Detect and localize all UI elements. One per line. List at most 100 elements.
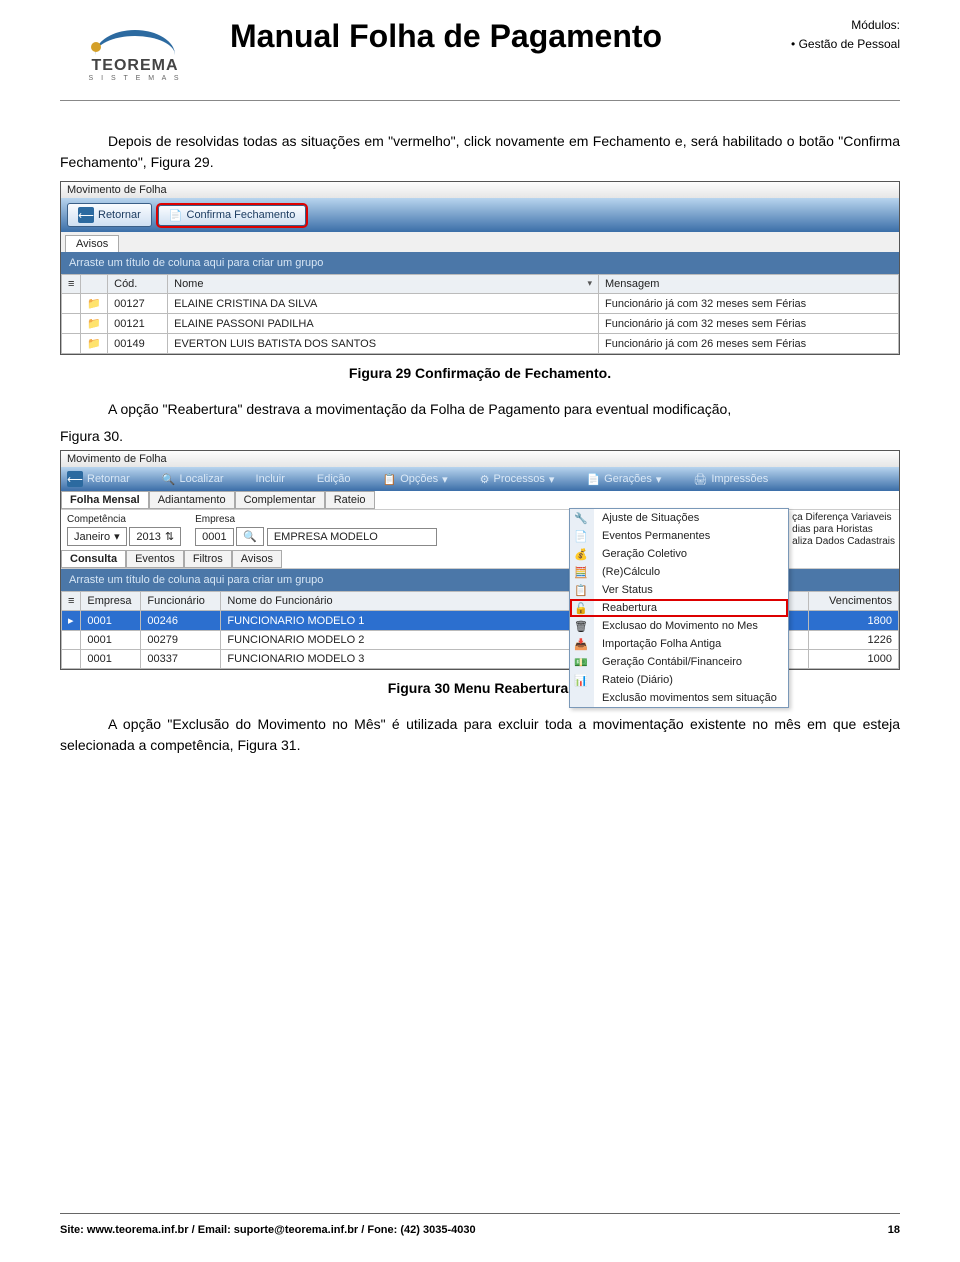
table-row[interactable]: 📁 00149 EVERTON LUIS BATISTA DOS SANTOS …: [62, 334, 899, 354]
empresa-search-icon[interactable]: 🔍: [236, 527, 264, 546]
split-icon: 📊: [574, 674, 588, 687]
tab-adiantamento[interactable]: Adiantamento: [149, 491, 235, 509]
col-nome-label: Nome: [174, 278, 203, 290]
menu-geracao-contabil[interactable]: 💵Geração Contábil/Financeiro: [570, 653, 788, 671]
wrench-icon: 🔧: [574, 512, 588, 525]
module-item: • Gestão de Pessoal: [791, 35, 900, 54]
cell-msg: Funcionário já com 32 meses sem Férias: [599, 314, 899, 334]
tab-avisos[interactable]: Avisos: [232, 550, 282, 568]
mi-label: Reabertura: [602, 602, 657, 614]
menu-eventos-permanentes[interactable]: 📄 Eventos Permanentes: [570, 527, 788, 545]
edicao-button[interactable]: Edição: [317, 473, 351, 485]
tab-folha-mensal[interactable]: Folha Mensal: [61, 491, 149, 509]
tab-filtros[interactable]: Filtros: [184, 550, 232, 568]
cell-msg: Funcionário já com 26 meses sem Férias: [599, 334, 899, 354]
menu-exclusao-movimento-mes[interactable]: 🗑Exclusao do Movimento no Mes: [570, 617, 788, 635]
menu-importacao-folha-antiga[interactable]: 📥Importação Folha Antiga: [570, 635, 788, 653]
table-row[interactable]: 📁 00127 ELAINE CRISTINA DA SILVA Funcion…: [62, 294, 899, 314]
modules-label: Módulos:: [791, 16, 900, 35]
processos-button[interactable]: ⚙ Processos ▾: [480, 473, 555, 486]
cell-nome: EVERTON LUIS BATISTA DOS SANTOS: [168, 334, 599, 354]
col-cod[interactable]: Cód.: [108, 275, 168, 294]
col-funcionario[interactable]: Funcionário: [141, 592, 221, 611]
col-empresa[interactable]: Empresa: [81, 592, 141, 611]
unlock-icon: 🔓: [574, 602, 588, 615]
cutoff-line: ça Diferença Variaveis: [792, 512, 895, 523]
folder-icon: 📁: [81, 314, 108, 334]
incluir-button[interactable]: Incluir: [256, 473, 285, 485]
tb-label: Localizar: [180, 473, 224, 485]
competencia-label: Competência: [67, 514, 181, 525]
logo: TEOREMA S I S T E M A S: [60, 10, 210, 82]
tb-label: Processos: [494, 473, 545, 485]
doc-icon: 📄: [574, 530, 588, 543]
tab-avisos[interactable]: Avisos: [65, 235, 119, 252]
paragraph-2: A opção "Reabertura" destrava a moviment…: [60, 399, 900, 420]
menu-rateio-diario[interactable]: 📊Rateio (Diário): [570, 671, 788, 689]
menu-recalculo[interactable]: 🧮(Re)Cálculo: [570, 563, 788, 581]
footer-rule: [60, 1213, 900, 1214]
tab-consulta[interactable]: Consulta: [61, 550, 126, 568]
dropdown-icon[interactable]: ▾: [587, 278, 592, 289]
table-row[interactable]: 📁 00121 ELAINE PASSONI PADILHA Funcionár…: [62, 314, 899, 334]
localizar-button[interactable]: 🔍 Localizar: [162, 473, 224, 486]
logo-subtext: S I S T E M A S: [60, 75, 210, 82]
avisos-grid: ≡ Cód. Nome ▾ Mensagem 📁 00127 ELAINE CR…: [61, 274, 899, 354]
empresa-label: Empresa: [195, 514, 437, 525]
retornar-label: Retornar: [98, 209, 141, 221]
tb-label: Gerações: [604, 473, 652, 485]
tab-rateio[interactable]: Rateio: [325, 491, 375, 509]
col-vencimentos[interactable]: Vencimentos: [809, 592, 899, 611]
tb-label: Retornar: [87, 473, 130, 485]
cell-emp: 0001: [81, 611, 141, 631]
mi-label: Importação Folha Antiga: [602, 638, 721, 650]
figura-30-ref: Figura 30.: [60, 428, 900, 444]
cell-msg: Funcionário já com 32 meses sem Férias: [599, 294, 899, 314]
competencia-ano-spinner[interactable]: 2013 ⇅: [129, 527, 181, 546]
paragraph-1: Depois de resolvidas todas as situações …: [60, 131, 900, 173]
mi-label: Exclusão movimentos sem situação: [602, 692, 777, 704]
cutoff-line: dias para Horistas: [792, 524, 895, 535]
menu-reabertura[interactable]: 🔓 Reabertura: [570, 599, 788, 617]
confirma-fechamento-button[interactable]: 📄 Confirma Fechamento: [158, 205, 307, 226]
menu-geracao-coletivo[interactable]: 💰Geração Coletivo: [570, 545, 788, 563]
page-footer: Site: www.teorema.inf.br / Email: suport…: [60, 1224, 900, 1236]
impressoes-button[interactable]: 🖨 Impressões: [693, 473, 768, 486]
status-icon: 📋: [574, 584, 588, 597]
logo-arc-icon: [95, 30, 175, 55]
coins-icon: 💰: [574, 548, 588, 561]
para2-text: A opção "Reabertura" destrava a moviment…: [108, 401, 731, 417]
menu-ver-status[interactable]: 📋Ver Status: [570, 581, 788, 599]
mi-label: Eventos Permanentes: [602, 530, 710, 542]
retornar-button[interactable]: ⟵ Retornar: [67, 203, 152, 227]
col-nome[interactable]: Nome ▾: [168, 275, 599, 294]
empresa-cod-input[interactable]: 0001: [195, 528, 233, 546]
geracoes-button[interactable]: 📄 Gerações ▾: [586, 473, 661, 486]
tab-eventos[interactable]: Eventos: [126, 550, 184, 568]
mi-label: Exclusao do Movimento no Mes: [602, 620, 758, 632]
col-menu[interactable]: ≡: [62, 592, 81, 611]
opcoes-button[interactable]: 📋 Opções ▾: [383, 473, 448, 486]
cell-cod: 00149: [108, 334, 168, 354]
menu-ajuste-situacoes[interactable]: 🔧Ajuste de Situações: [570, 509, 788, 527]
page-number: 18: [888, 1224, 900, 1236]
menu-exclusao-sem-situacao[interactable]: Exclusão movimentos sem situação: [570, 689, 788, 707]
group-hint-bar: Arraste um título de coluna aqui para cr…: [61, 252, 899, 274]
calc-icon: 🧮: [574, 566, 588, 579]
caption-figura-29: Figura 29 Confirmação de Fechamento.: [60, 365, 900, 381]
empresa-nome-input[interactable]: EMPRESA MODELO: [267, 528, 437, 546]
header-rule: [60, 100, 900, 101]
retornar-button[interactable]: ⟵ Retornar: [67, 471, 130, 487]
filter-fieldset: Competência Janeiro ▾ 2013 ⇅ Empresa 000…: [61, 510, 899, 550]
logo-text: TEOREMA: [60, 57, 210, 75]
competencia-mes-select[interactable]: Janeiro ▾: [67, 527, 127, 546]
tab-complementar[interactable]: Complementar: [235, 491, 325, 509]
col-mensagem[interactable]: Mensagem: [599, 275, 899, 294]
cell-func: 00246: [141, 611, 221, 631]
col-menu[interactable]: ≡: [62, 275, 81, 294]
processos-menu: 🔧Ajuste de Situações 📄 Eventos Permanente…: [569, 508, 789, 708]
cutoff-line: aliza Dados Cadastrais: [792, 536, 895, 547]
toolbar: ⟵ Retornar 📄 Confirma Fechamento: [61, 198, 899, 232]
cell-venc: 1226: [809, 631, 899, 650]
col-icon: [81, 275, 108, 294]
